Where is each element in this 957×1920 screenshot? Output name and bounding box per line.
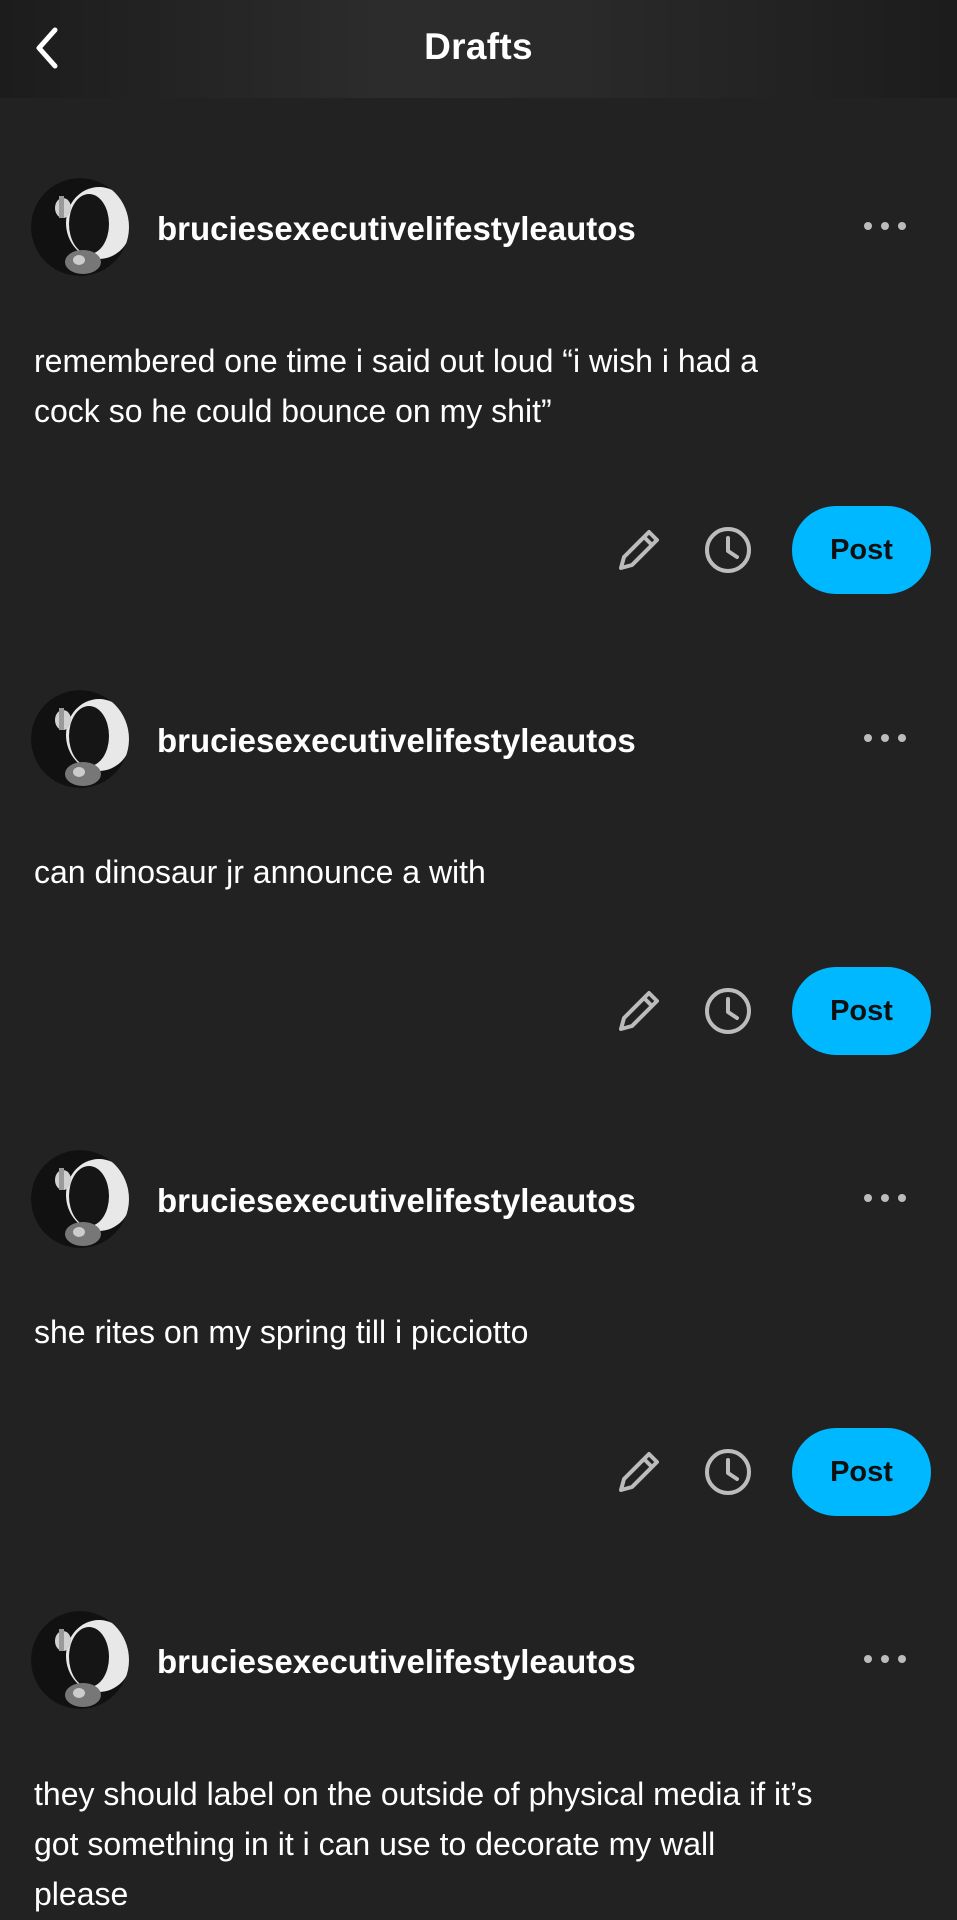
draft-username[interactable]: bruciesexecutivelifestyleautos xyxy=(157,722,636,760)
more-horizontal-icon xyxy=(864,734,906,742)
more-options-button[interactable] xyxy=(860,1183,910,1213)
clock-icon xyxy=(705,1449,751,1495)
avatar[interactable] xyxy=(31,1150,129,1248)
edit-button[interactable] xyxy=(609,520,669,580)
schedule-button[interactable] xyxy=(698,1442,758,1502)
draft-text-line: she rites on my spring till i picciotto xyxy=(34,1314,529,1350)
draft-text: can dinosaur jr announce a with xyxy=(34,847,934,897)
clock-icon xyxy=(705,988,751,1034)
draft-text-line: cock so he could bounce on my shit” xyxy=(34,393,552,429)
more-horizontal-icon xyxy=(864,222,906,230)
post-button[interactable]: Post xyxy=(792,506,931,594)
draft-username[interactable]: bruciesexecutivelifestyleautos xyxy=(157,210,636,248)
more-options-button[interactable] xyxy=(860,723,910,753)
draft-text-line: please xyxy=(34,1876,129,1912)
pencil-icon xyxy=(619,991,659,1031)
draft-username[interactable]: bruciesexecutivelifestyleautos xyxy=(157,1643,636,1681)
draft-text: they should label on the outside of phys… xyxy=(34,1769,934,1919)
more-options-button[interactable] xyxy=(860,211,910,241)
edit-button[interactable] xyxy=(609,1442,669,1502)
more-horizontal-icon xyxy=(864,1655,906,1663)
more-options-button[interactable] xyxy=(860,1644,910,1674)
post-button[interactable]: Post xyxy=(792,967,931,1055)
avatar[interactable] xyxy=(31,178,129,276)
pencil-icon xyxy=(619,1452,659,1492)
draft-text-line: got something in it i can use to decorat… xyxy=(34,1826,716,1862)
edit-button[interactable] xyxy=(609,981,669,1041)
pencil-icon xyxy=(619,530,659,570)
post-button[interactable]: Post xyxy=(792,1428,931,1516)
draft-text-line: remembered one time i said out loud “i w… xyxy=(34,343,758,379)
draft-text-line: they should label on the outside of phys… xyxy=(34,1776,813,1812)
schedule-button[interactable] xyxy=(698,981,758,1041)
avatar[interactable] xyxy=(31,1611,129,1709)
more-horizontal-icon xyxy=(864,1194,906,1202)
avatar[interactable] xyxy=(31,690,129,788)
top-bar: Drafts xyxy=(0,0,957,98)
clock-icon xyxy=(705,527,751,573)
draft-username[interactable]: bruciesexecutivelifestyleautos xyxy=(157,1182,636,1220)
page-title: Drafts xyxy=(424,26,533,67)
schedule-button[interactable] xyxy=(698,520,758,580)
draft-text-line: can dinosaur jr announce a with xyxy=(34,854,486,890)
draft-text: she rites on my spring till i picciotto xyxy=(34,1307,934,1357)
draft-text: remembered one time i said out loud “i w… xyxy=(34,336,934,436)
